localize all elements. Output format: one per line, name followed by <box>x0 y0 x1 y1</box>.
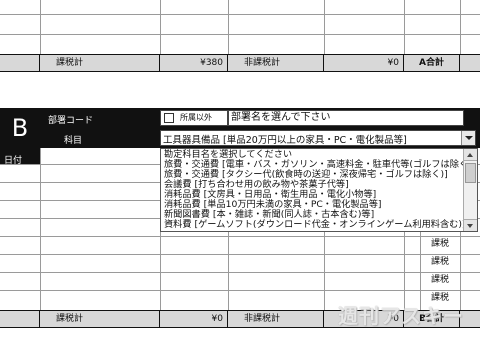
watermark-logo: 週刊アスキー <box>338 304 464 328</box>
date-column-label: 日付 <box>4 156 23 166</box>
dropdown-option[interactable]: 資料費 [ゲームソフト(ダウンロード代金・オンラインゲーム利用料含む)] <box>164 220 466 230</box>
account-combobox[interactable]: 工具器具備品 [単品20万円以上の家具・PC・電化製品等] <box>160 130 476 146</box>
chevron-down-icon[interactable] <box>461 131 475 145</box>
scroll-down-icon[interactable] <box>464 219 477 231</box>
blank-area <box>0 328 480 352</box>
nontaxable-total-label: 非課税計 <box>228 311 324 327</box>
nontaxable-total-value: ¥0 <box>324 55 404 71</box>
summary-a-row: 課税計 ¥380 非課税計 ¥0 A合計 <box>0 54 480 72</box>
dropdown-scrollbar[interactable] <box>463 149 477 231</box>
account-label: 科目 <box>64 136 83 146</box>
tax-type-cell[interactable]: 課税 <box>420 254 460 270</box>
tax-type-cell[interactable]: 課税 <box>420 272 460 288</box>
scroll-up-icon[interactable] <box>464 149 477 161</box>
other-dept-label: 所属以外 <box>180 113 212 122</box>
section-b-letter: B <box>11 114 29 142</box>
account-selected-value: 工具器具備品 [単品20万円以上の家具・PC・電化製品等] <box>163 135 407 146</box>
account-dropdown-list[interactable]: 勘定科目名を選択してください 旅費・交通費 [電車・バス・ガソリン・高速料金・駐… <box>160 148 478 232</box>
taxable-total-value: ¥0 <box>160 311 228 327</box>
tax-type-cell[interactable]: 課税 <box>420 236 460 252</box>
a-total-label: A合計 <box>404 55 460 71</box>
other-dept-checkbox[interactable] <box>164 113 174 123</box>
nontaxable-total-label: 非課税計 <box>228 55 324 71</box>
dept-code-label: 部署コード <box>48 116 94 126</box>
taxable-total-value: ¥380 <box>160 55 228 71</box>
dept-select[interactable]: 部署名を選んで下さい <box>228 110 464 126</box>
taxable-total-label: 課税計 <box>40 311 160 327</box>
scroll-thumb[interactable] <box>465 163 476 183</box>
taxable-total-label: 課税計 <box>40 55 160 71</box>
expense-grid-a <box>0 0 480 54</box>
